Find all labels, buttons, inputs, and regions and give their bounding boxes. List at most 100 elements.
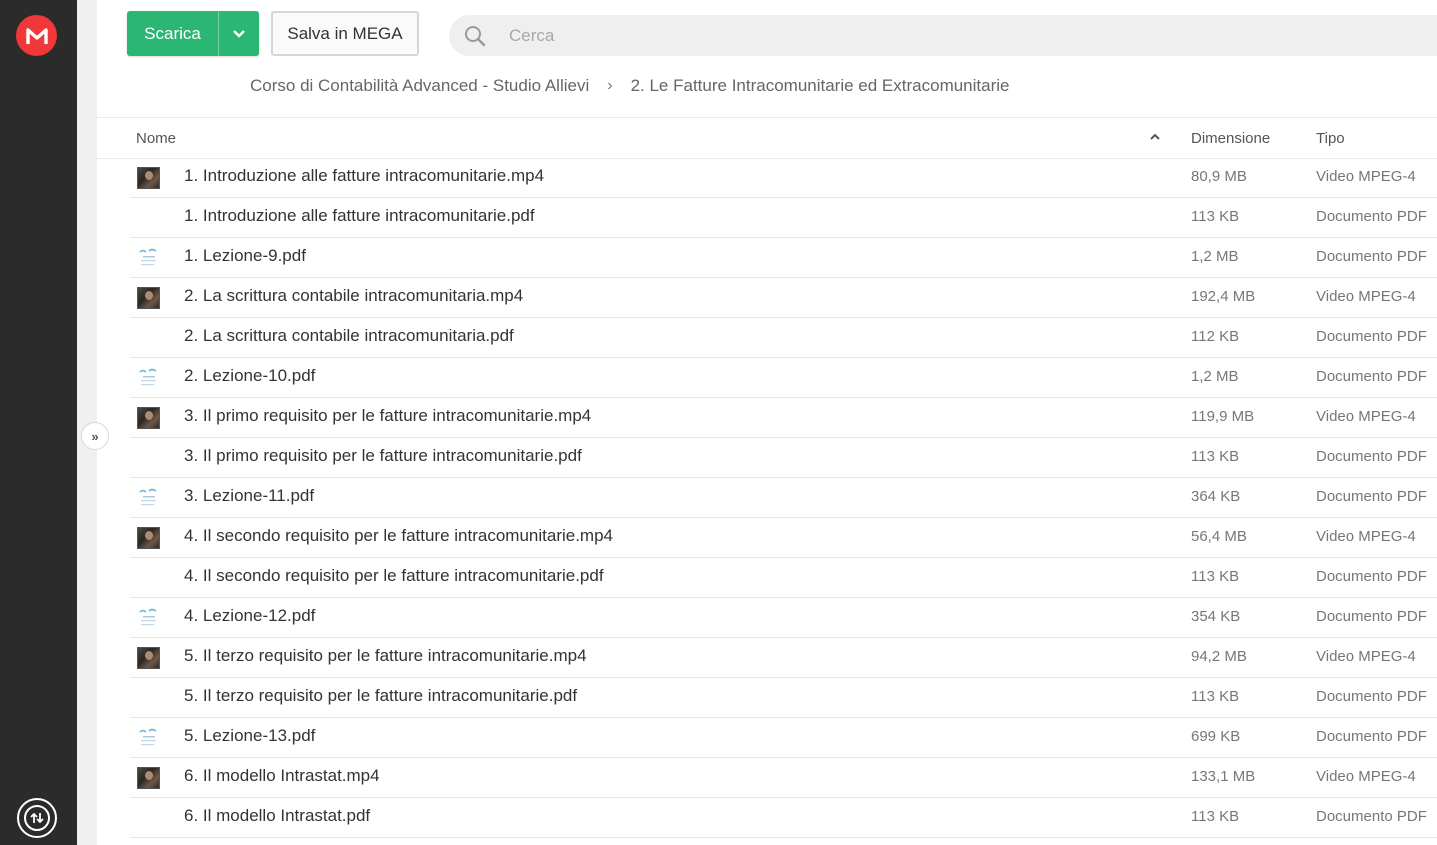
video-thumbnail-icon	[137, 647, 160, 669]
file-type: Documento PDF	[1316, 448, 1427, 465]
mega-m-icon	[25, 27, 48, 44]
sort-ascending-icon[interactable]	[1149, 131, 1161, 143]
file-size: 80,9 MB	[1191, 168, 1247, 185]
file-name[interactable]: 3. Il primo requisito per le fatture int…	[184, 406, 591, 426]
video-thumbnail-icon	[137, 407, 160, 429]
file-row[interactable]: 6. Il modello Intrastat.pdf 113 KB Documen…	[130, 798, 1437, 838]
search-input[interactable]	[509, 25, 1309, 46]
file-size: 119,9 MB	[1191, 408, 1255, 425]
file-size: 699 KB	[1191, 728, 1241, 745]
video-thumbnail-icon	[137, 167, 160, 189]
file-name[interactable]: 5. Il terzo requisito per le fatture int…	[184, 646, 587, 666]
transfers-arrows-icon	[24, 805, 50, 831]
file-name[interactable]: 2. Lezione-10.pdf	[184, 366, 315, 386]
file-row[interactable]: 2. Lezione-10.pdf 1,2 MB Documento PDF	[130, 358, 1437, 398]
file-name[interactable]: 3. Il primo requisito per le fatture int…	[184, 446, 582, 466]
file-row[interactable]: 4. Il secondo requisito per le fatture i…	[130, 518, 1437, 558]
file-size: 113 KB	[1191, 568, 1240, 585]
breadcrumb-item-parent[interactable]: Corso di Contabilità Advanced - Studio A…	[250, 76, 589, 96]
file-type: Video MPEG-4	[1316, 648, 1416, 665]
file-name[interactable]: 1. Introduzione alle fatture intracomuni…	[184, 206, 535, 226]
file-size: 113 KB	[1191, 208, 1240, 225]
video-thumbnail-icon	[137, 287, 160, 309]
transfers-icon[interactable]	[17, 798, 57, 838]
file-type: Documento PDF	[1316, 488, 1427, 505]
file-type: Documento PDF	[1316, 608, 1427, 625]
file-row[interactable]: 2. La scrittura contabile intracomunitar…	[130, 318, 1437, 358]
file-row[interactable]: 1. Introduzione alle fatture intracomuni…	[130, 198, 1437, 238]
file-name[interactable]: 6. Il modello Intrastat.pdf	[184, 806, 370, 826]
column-header-type[interactable]: Tipo	[1316, 130, 1345, 147]
file-name[interactable]: 2. La scrittura contabile intracomunitar…	[184, 326, 514, 346]
file-size: 113 KB	[1191, 688, 1240, 705]
file-size: 1,2 MB	[1191, 248, 1239, 265]
file-row[interactable]: 3. Il primo requisito per le fatture int…	[130, 438, 1437, 478]
save-to-mega-button[interactable]: Salva in MEGA	[271, 11, 419, 56]
download-options-dropdown[interactable]	[219, 29, 259, 39]
file-type: Video MPEG-4	[1316, 168, 1416, 185]
file-name[interactable]: 5. Il terzo requisito per le fatture int…	[184, 686, 577, 706]
file-size: 112 KB	[1191, 328, 1240, 345]
file-name[interactable]: 4. Lezione-12.pdf	[184, 606, 315, 626]
file-type: Documento PDF	[1316, 368, 1427, 385]
file-type: Documento PDF	[1316, 568, 1427, 585]
breadcrumb: Corso di Contabilità Advanced - Studio A…	[250, 75, 1009, 97]
file-row[interactable]: 4. Il secondo requisito per le fatture i…	[130, 558, 1437, 598]
file-type: Documento PDF	[1316, 248, 1427, 265]
file-table-header: Nome Dimensione Tipo	[97, 117, 1437, 159]
chevron-right-icon: ›	[607, 77, 613, 94]
search-icon	[465, 25, 486, 46]
app-root: » Scarica Salva in MEGA Corso di Contabi…	[0, 0, 1437, 845]
file-name[interactable]: 1. Lezione-9.pdf	[184, 246, 306, 266]
chevron-down-icon	[233, 29, 245, 38]
column-header-name[interactable]: Nome	[136, 130, 176, 147]
file-size: 133,1 MB	[1191, 768, 1256, 785]
file-type: Documento PDF	[1316, 328, 1427, 345]
file-size: 56,4 MB	[1191, 528, 1247, 545]
file-type: Video MPEG-4	[1316, 408, 1416, 425]
file-name[interactable]: 4. Il secondo requisito per le fatture i…	[184, 526, 613, 546]
pdf-thumbnail-icon	[137, 487, 160, 509]
file-type: Documento PDF	[1316, 808, 1427, 825]
pdf-thumbnail-icon	[137, 727, 160, 749]
file-row[interactable]: 2. La scrittura contabile intracomunitar…	[130, 278, 1437, 318]
file-name[interactable]: 6. Il modello Intrastat.mp4	[184, 766, 380, 786]
file-row[interactable]: 5. Il terzo requisito per le fatture int…	[130, 638, 1437, 678]
file-size: 94,2 MB	[1191, 648, 1247, 665]
file-name[interactable]: 5. Lezione-13.pdf	[184, 726, 315, 746]
file-row[interactable]: 6. Il modello Intrastat.mp4 133,1 MB Video…	[130, 758, 1437, 798]
breadcrumb-item-current[interactable]: 2. Le Fatture Intracomunitarie ed Extrac…	[631, 76, 1010, 96]
video-thumbnail-icon	[137, 767, 160, 789]
double-chevron-right-icon: »	[91, 428, 99, 444]
column-header-size[interactable]: Dimensione	[1191, 130, 1270, 147]
download-button[interactable]: Scarica	[127, 11, 259, 56]
file-size: 364 KB	[1191, 488, 1241, 505]
file-row[interactable]: 5. Il terzo requisito per le fatture int…	[130, 678, 1437, 718]
pdf-thumbnail-icon	[137, 607, 160, 629]
file-row[interactable]: 4. Lezione-12.pdf 354 KB Documento PDF	[130, 598, 1437, 638]
expand-panel-button[interactable]: »	[81, 422, 109, 450]
search-bar	[449, 15, 1437, 56]
file-row[interactable]: 1. Lezione-9.pdf 1,2 MB Documento PDF	[130, 238, 1437, 278]
pdf-thumbnail-icon	[137, 247, 160, 269]
file-size: 192,4 MB	[1191, 288, 1256, 305]
file-name[interactable]: 2. La scrittura contabile intracomunitar…	[184, 286, 523, 306]
pdf-thumbnail-icon	[137, 367, 160, 389]
file-type: Documento PDF	[1316, 728, 1427, 745]
file-type: Video MPEG-4	[1316, 528, 1416, 545]
file-row[interactable]: 3. Lezione-11.pdf 364 KB Documento PDF	[130, 478, 1437, 518]
file-name[interactable]: 4. Il secondo requisito per le fatture i…	[184, 566, 604, 586]
video-thumbnail-icon	[137, 527, 160, 549]
file-name[interactable]: 1. Introduzione alle fatture intracomuni…	[184, 166, 544, 186]
file-row[interactable]: 3. Il primo requisito per le fatture int…	[130, 398, 1437, 438]
file-list: 1. Introduzione alle fatture intracomuni…	[130, 158, 1437, 838]
file-row[interactable]: 1. Introduzione alle fatture intracomuni…	[130, 158, 1437, 198]
file-name[interactable]: 3. Lezione-11.pdf	[184, 486, 314, 506]
file-type: Documento PDF	[1316, 688, 1427, 705]
download-button-label: Scarica	[144, 23, 201, 43]
file-type: Video MPEG-4	[1316, 288, 1416, 305]
mega-logo-icon[interactable]	[16, 15, 57, 56]
file-size: 1,2 MB	[1191, 368, 1239, 385]
file-size: 113 KB	[1191, 448, 1240, 465]
file-row[interactable]: 5. Lezione-13.pdf 699 KB Documento PDF	[130, 718, 1437, 758]
